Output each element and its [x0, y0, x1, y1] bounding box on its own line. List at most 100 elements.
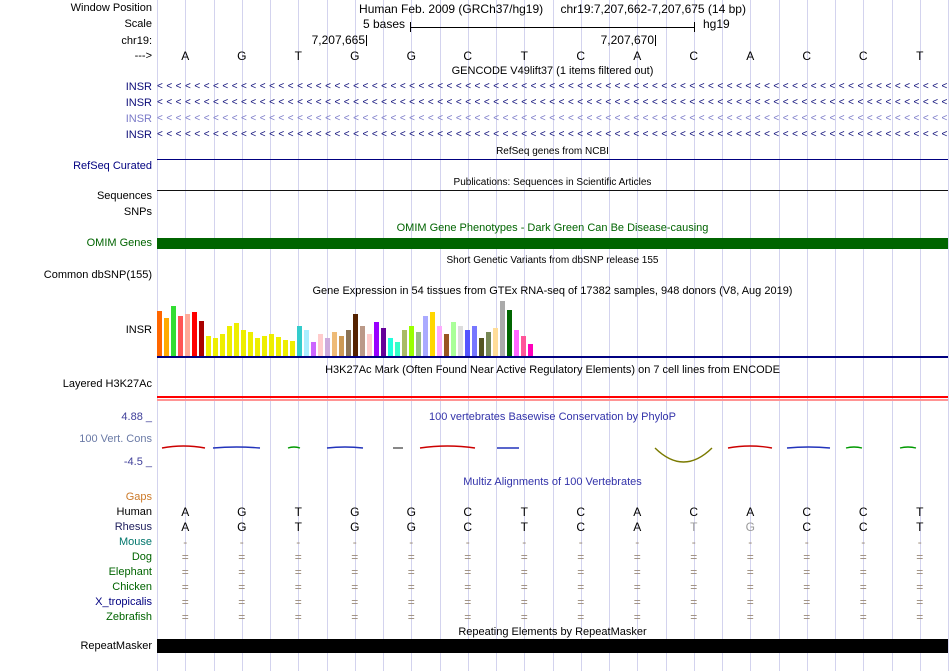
alignment-row[interactable]: ==============	[157, 566, 948, 579]
snps-track-label[interactable]: SNPs	[0, 206, 152, 219]
alignment-row[interactable]	[157, 491, 948, 504]
gtex-expression-bar[interactable]	[234, 323, 239, 356]
gtex-expression-bar[interactable]	[528, 344, 533, 356]
gtex-expression-bar[interactable]	[416, 332, 421, 356]
gtex-expression-bar[interactable]	[521, 336, 526, 356]
gtex-expression-bar[interactable]	[171, 306, 176, 356]
gtex-expression-bar[interactable]	[304, 330, 309, 356]
alignment-row[interactable]: ==============	[157, 611, 948, 624]
gtex-expression-bar[interactable]	[402, 330, 407, 356]
gtex-barchart[interactable]	[157, 300, 948, 356]
omim-genes-label[interactable]: OMIM Genes	[0, 237, 152, 250]
gtex-expression-bar[interactable]	[507, 310, 512, 356]
gtex-expression-bar[interactable]	[409, 326, 414, 356]
gtex-expression-bar[interactable]	[472, 326, 477, 356]
gtex-expression-bar[interactable]	[444, 334, 449, 356]
species-label[interactable]: Gaps	[0, 491, 152, 504]
gencode-gene-label[interactable]: INSR	[0, 81, 152, 94]
species-label[interactable]: Rhesus	[0, 521, 152, 534]
alignment-row[interactable]: ==============	[157, 581, 948, 594]
gencode-gene-label[interactable]: INSR	[0, 113, 152, 126]
gtex-expression-bar[interactable]	[255, 338, 260, 356]
gencode-transcript[interactable]: <<<<<<<<<<<<<<<<<<<<<<<<<<<<<<<<<<<<<<<<…	[157, 113, 948, 126]
species-label[interactable]: Mouse	[0, 536, 152, 549]
repeatmasker-track-label[interactable]: RepeatMasker	[0, 640, 152, 653]
gtex-expression-bar[interactable]	[374, 322, 379, 356]
gtex-gene-label[interactable]: INSR	[0, 324, 152, 337]
gtex-expression-bar[interactable]	[493, 328, 498, 356]
omim-gene-bar[interactable]	[157, 238, 948, 249]
gtex-expression-bar[interactable]	[451, 322, 456, 356]
h3k27ac-signal-line[interactable]	[157, 396, 948, 398]
species-label[interactable]: Zebrafish	[0, 611, 152, 624]
gtex-expression-bar[interactable]	[500, 301, 505, 356]
gtex-expression-bar[interactable]	[290, 341, 295, 356]
gtex-expression-bar[interactable]	[332, 332, 337, 356]
gtex-expression-bar[interactable]	[297, 326, 302, 356]
sequences-item-line[interactable]	[157, 190, 948, 191]
h3k27ac-signal-line[interactable]	[157, 399, 948, 401]
gtex-expression-bar[interactable]	[514, 330, 519, 356]
gtex-track-title[interactable]: Gene Expression in 54 tissues from GTEx …	[157, 285, 948, 298]
gtex-expression-bar[interactable]	[360, 326, 365, 356]
gencode-transcript[interactable]: <<<<<<<<<<<<<<<<<<<<<<<<<<<<<<<<<<<<<<<<…	[157, 97, 948, 110]
gtex-expression-bar[interactable]	[185, 314, 190, 356]
gencode-transcript[interactable]: <<<<<<<<<<<<<<<<<<<<<<<<<<<<<<<<<<<<<<<<…	[157, 129, 948, 142]
omim-track-title[interactable]: OMIM Gene Phenotypes - Dark Green Can Be…	[157, 222, 948, 235]
species-label[interactable]: X_tropicalis	[0, 596, 152, 609]
gtex-expression-bar[interactable]	[276, 337, 281, 356]
gtex-expression-bar[interactable]	[199, 321, 204, 356]
gtex-expression-bar[interactable]	[206, 336, 211, 356]
gtex-expression-bar[interactable]	[465, 330, 470, 356]
gtex-expression-bar[interactable]	[388, 338, 393, 356]
refseq-curated-label[interactable]: RefSeq Curated	[0, 160, 152, 173]
repeatmasker-track-title[interactable]: Repeating Elements by RepeatMasker	[157, 626, 948, 639]
gtex-expression-bar[interactable]	[437, 326, 442, 356]
gtex-expression-bar[interactable]	[423, 316, 428, 356]
repeatmasker-element-bar[interactable]	[157, 639, 948, 653]
gencode-transcript[interactable]: <<<<<<<<<<<<<<<<<<<<<<<<<<<<<<<<<<<<<<<<…	[157, 81, 948, 94]
gencode-gene-label[interactable]: INSR	[0, 129, 152, 142]
species-label[interactable]: Chicken	[0, 581, 152, 594]
alignment-row[interactable]: AGTGGCTCATGCCT	[157, 521, 948, 534]
gtex-expression-bar[interactable]	[164, 318, 169, 356]
dbsnp-track-title[interactable]: Short Genetic Variants from dbSNP releas…	[157, 254, 948, 267]
gtex-expression-bar[interactable]	[325, 338, 330, 356]
gtex-expression-bar[interactable]	[227, 326, 232, 356]
gencode-track-title[interactable]: GENCODE V49lift37 (1 items filtered out)	[157, 65, 948, 78]
dbsnp-track-label[interactable]: Common dbSNP(155)	[0, 269, 152, 282]
alignment-row[interactable]: AGTGGCTCACACCT	[157, 506, 948, 519]
gtex-expression-bar[interactable]	[339, 336, 344, 356]
gtex-expression-bar[interactable]	[395, 342, 400, 356]
gtex-expression-bar[interactable]	[262, 336, 267, 356]
gtex-expression-bar[interactable]	[241, 330, 246, 356]
gencode-gene-label[interactable]: INSR	[0, 97, 152, 110]
alignment-row[interactable]: ==============	[157, 596, 948, 609]
phylop-wiggle-plot[interactable]	[157, 438, 948, 468]
alignment-row[interactable]: --------------	[157, 536, 948, 549]
gtex-expression-bar[interactable]	[430, 312, 435, 356]
gtex-expression-bar[interactable]	[192, 312, 197, 356]
gtex-expression-bar[interactable]	[367, 334, 372, 356]
gtex-expression-bar[interactable]	[486, 332, 491, 356]
h3k27ac-track-title[interactable]: H3K27Ac Mark (Often Found Near Active Re…	[157, 364, 948, 377]
refseq-track-title[interactable]: RefSeq genes from NCBI	[157, 145, 948, 158]
gtex-expression-bar[interactable]	[157, 311, 162, 356]
h3k27ac-track-label[interactable]: Layered H3K27Ac	[0, 378, 152, 391]
multiz-track-title[interactable]: Multiz Alignments of 100 Vertebrates	[157, 476, 948, 489]
conservation-track-label[interactable]: 100 Vert. Cons	[0, 433, 152, 446]
refseq-gene-line[interactable]	[157, 159, 948, 160]
gtex-expression-bar[interactable]	[353, 314, 358, 356]
species-label[interactable]: Dog	[0, 551, 152, 564]
gtex-expression-bar[interactable]	[458, 326, 463, 356]
alignment-row[interactable]: ==============	[157, 551, 948, 564]
publications-track-title[interactable]: Publications: Sequences in Scientific Ar…	[157, 176, 948, 189]
reference-sequence-row[interactable]: AGTGGCTCACACCT	[157, 50, 948, 63]
gtex-expression-bar[interactable]	[269, 334, 274, 356]
gtex-expression-bar[interactable]	[318, 334, 323, 356]
sequences-track-label[interactable]: Sequences	[0, 190, 152, 203]
species-label[interactable]: Human	[0, 506, 152, 519]
gtex-expression-bar[interactable]	[479, 338, 484, 356]
gtex-expression-bar[interactable]	[178, 316, 183, 356]
gtex-expression-bar[interactable]	[220, 334, 225, 356]
